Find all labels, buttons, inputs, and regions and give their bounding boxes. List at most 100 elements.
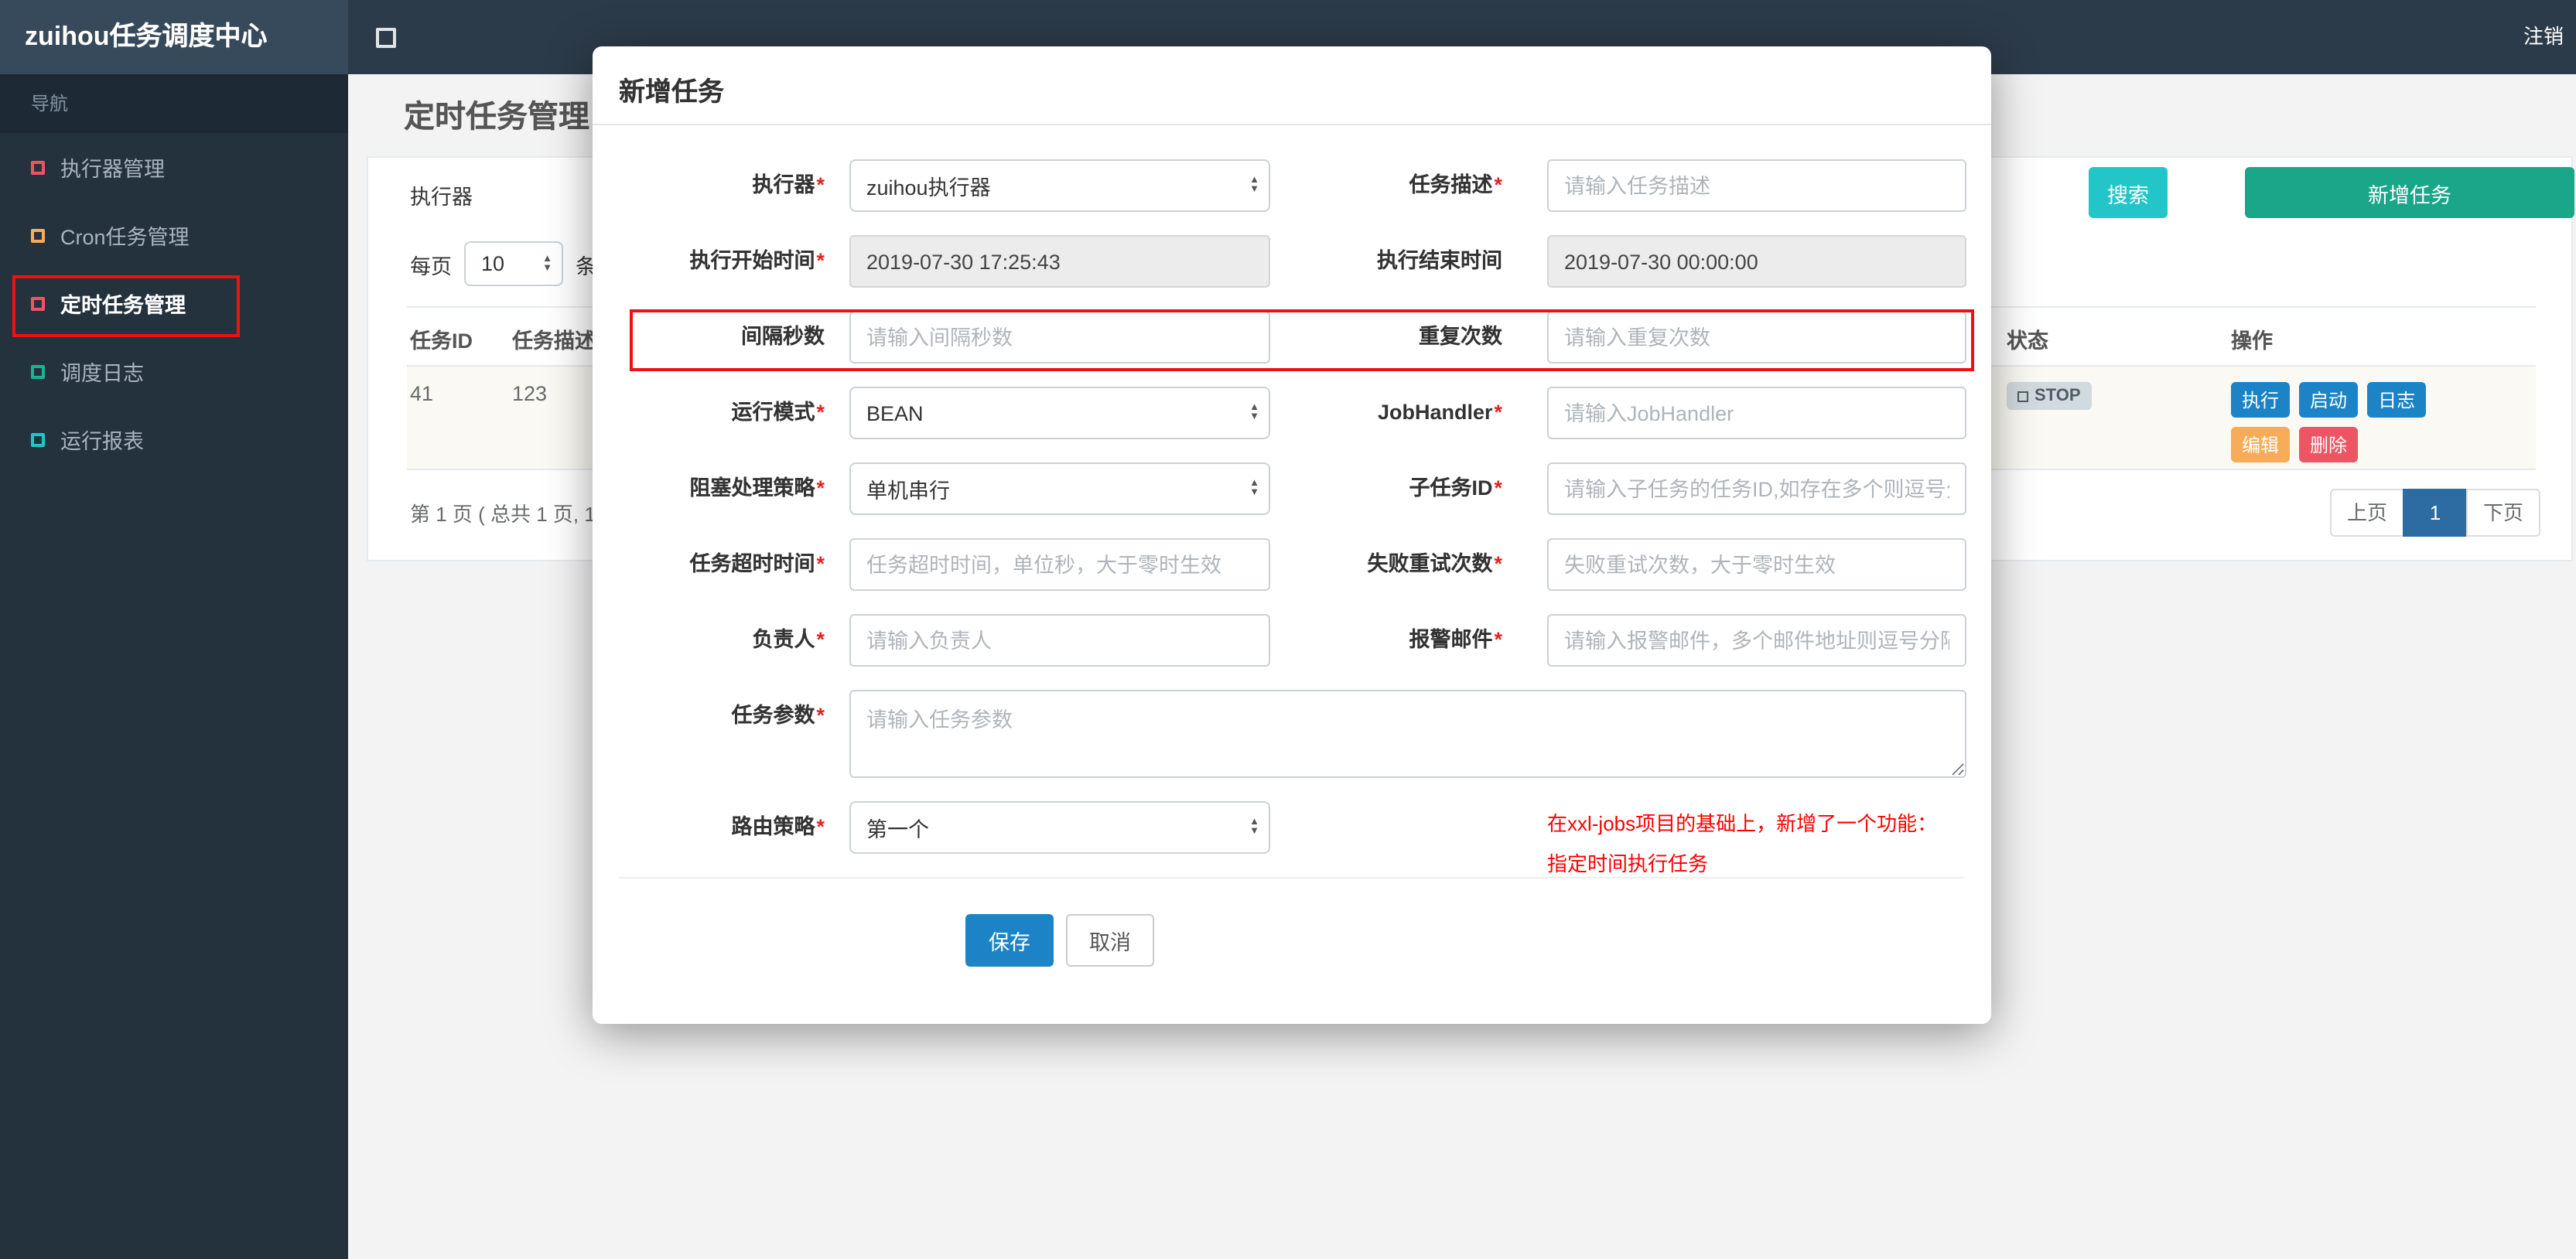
sidebar-item-executor-manage[interactable]: 执行器管理 — [0, 133, 348, 201]
sidebar-item-label: 运行报表 — [60, 430, 144, 453]
pagination: 上页 1 下页 — [2329, 489, 2540, 537]
child-job-label: 子任务ID * — [1409, 476, 1502, 500]
search-button[interactable]: 搜索 — [2089, 167, 2168, 218]
repeat-label: 重复次数 — [1419, 325, 1502, 348]
square-icon — [31, 228, 45, 242]
job-desc-input[interactable] — [1547, 159, 1966, 212]
add-job-modal: 新增任务 执行器 * zuihou执行器 ▲ ▼ 任务描述 * 请输入任务描述 … — [593, 46, 1991, 1024]
select-arrows-icon: ▲ ▼ — [1249, 478, 1259, 498]
interval-label: 间隔秒数 — [741, 325, 825, 348]
executor-filter-label: 执行器 — [410, 186, 473, 209]
author-input[interactable] — [849, 614, 1270, 667]
header-job-id: 任务ID — [410, 329, 473, 353]
stop-icon — [2017, 391, 2028, 401]
modal-header: 新增任务 — [593, 46, 1991, 125]
cancel-button[interactable]: 取消 — [1066, 914, 1154, 967]
form-row-block-child: 阻塞处理策略 * 单机串行 ▲ ▼ 子任务ID * — [593, 462, 1991, 515]
form-row-interval-repeat: 间隔秒数 重复次数 — [593, 311, 1991, 363]
executor-label: 执行器 * — [752, 173, 825, 196]
sidebar-nav-header: 导航 — [0, 74, 348, 133]
sidebar-item-label: Cron任务管理 — [60, 226, 190, 249]
edit-button[interactable]: 编辑 — [2231, 427, 2291, 462]
route-strategy-select[interactable]: 第一个 ▲ ▼ — [849, 801, 1270, 854]
start-button[interactable]: 启动 — [2299, 382, 2359, 418]
cell-job-desc: 123 — [512, 382, 548, 405]
select-arrows-icon: ▲ ▼ — [542, 253, 552, 273]
app-brand: zuihou任务调度中心 — [0, 0, 348, 74]
timeout-label: 任务超时时间 * — [689, 552, 825, 575]
cell-actions: 执行 启动 日志 编辑 删除 — [2231, 382, 2463, 462]
status-badge: STOP — [2007, 382, 2092, 410]
per-page-select[interactable]: 10 ▲ ▼ — [464, 241, 563, 286]
form-row-gluetype-handler: 运行模式 * BEAN ▲ ▼ JobHandler * — [593, 387, 1991, 439]
per-page-label: 每页 — [410, 254, 452, 278]
form-row-author-email: 负责人* 报警邮件* — [593, 614, 1991, 667]
square-icon — [31, 160, 45, 174]
cell-job-id: 41 — [410, 382, 434, 405]
form-row-route-strategy: 路由策略 * 第一个 ▲ ▼ 在xxl-jobs项目的基础上，新增了一个功能： 指定… — [593, 801, 1991, 875]
glue-type-select[interactable]: BEAN ▲ ▼ — [849, 387, 1270, 439]
sidebar-item-run-report[interactable]: 运行报表 — [0, 405, 348, 473]
log-button[interactable]: 日志 — [2367, 382, 2427, 418]
page-1-button[interactable]: 1 — [2402, 489, 2468, 537]
feature-note: 在xxl-jobs项目的基础上，新增了一个功能： 指定时间执行任务 — [1547, 812, 1938, 875]
form-row-timeout-retry: 任务超时时间* 失败重试次数* — [593, 538, 1991, 591]
save-button[interactable]: 保存 — [965, 914, 1054, 967]
screen: zuihou任务调度中心 注销 导航 执行器管理 Cron任务管理 定时任务管理… — [0, 0, 2576, 1259]
delete-button[interactable]: 删除 — [2299, 427, 2359, 462]
sidebar-item-dispatch-log[interactable]: 调度日志 — [0, 337, 348, 405]
form-row-job-param: 任务参数 * — [593, 690, 1991, 778]
job-handler-input[interactable] — [1547, 387, 1966, 439]
form-row-executor-desc: 执行器 * zuihou执行器 ▲ ▼ 任务描述 * — [593, 159, 1991, 212]
sidebar-toggle-icon[interactable] — [376, 28, 396, 48]
executor-select[interactable]: zuihou执行器 ▲ ▼ — [849, 159, 1270, 212]
alarm-email-input[interactable] — [1547, 614, 1966, 667]
next-page-button[interactable]: 下页 — [2465, 489, 2540, 537]
square-icon — [31, 364, 45, 378]
header-status: 状态 — [2007, 329, 2048, 353]
glue-type-label: 运行模式 * — [731, 401, 825, 424]
sidebar-menu: 执行器管理 Cron任务管理 定时任务管理 调度日志 运行报表 — [0, 133, 348, 473]
modal-title: 新增任务 — [619, 77, 724, 107]
sidebar-item-timed-job-manage[interactable]: 定时任务管理 — [0, 269, 348, 337]
repeat-input[interactable] — [1547, 311, 1966, 363]
fail-retry-label: 失败重试次数 * — [1367, 552, 1502, 575]
timeout-input[interactable] — [849, 538, 1270, 591]
interval-input[interactable] — [849, 311, 1270, 363]
sidebar-item-label: 定时任务管理 — [60, 294, 186, 317]
end-time-label: 执行结束时间 — [1377, 249, 1502, 272]
page-title: 定时任务管理 — [404, 101, 589, 135]
job-param-label: 任务参数 * — [731, 704, 825, 727]
author-label: 负责人 * — [752, 628, 825, 651]
select-arrows-icon: ▲ ▼ — [1249, 175, 1259, 195]
block-strategy-select[interactable]: 单机串行 ▲ ▼ — [849, 462, 1270, 515]
job-desc-label: 任务描述 * — [1409, 173, 1502, 196]
job-handler-label: JobHandler * — [1377, 401, 1502, 424]
cell-status: STOP — [2007, 382, 2092, 410]
sidebar-item-label: 执行器管理 — [60, 158, 165, 181]
logout-link[interactable]: 注销 — [2523, 0, 2564, 74]
modal-body: 执行器* zuihou执行器 ▲▼ 任务描述* 执行开始时间* — [593, 125, 1991, 967]
job-param-textarea[interactable] — [849, 690, 1966, 778]
form-row-datetime: 执行开始时间* 执行结束时间 — [593, 235, 1991, 288]
run-button[interactable]: 执行 — [2231, 382, 2291, 418]
end-time-input[interactable] — [1547, 235, 1966, 288]
fail-retry-input[interactable] — [1547, 538, 1966, 591]
header-actions: 操作 — [2231, 329, 2273, 353]
add-job-button[interactable]: 新增任务 — [2245, 167, 2574, 218]
block-strategy-label: 阻塞处理策略 * — [689, 476, 825, 500]
route-strategy-label: 路由策略 * — [731, 815, 825, 838]
prev-page-button[interactable]: 上页 — [2329, 489, 2404, 537]
select-arrows-icon: ▲ ▼ — [1249, 817, 1259, 837]
start-time-label: 执行开始时间 * — [689, 249, 825, 272]
sidebar-item-label: 调度日志 — [60, 362, 144, 385]
start-time-input[interactable] — [849, 235, 1270, 288]
select-arrows-icon: ▲ ▼ — [1249, 402, 1259, 422]
modal-footer: 保存 取消 — [849, 914, 1270, 967]
sidebar-item-cron-job-manage[interactable]: Cron任务管理 — [0, 201, 348, 269]
header-job-desc: 任务描述 — [512, 329, 596, 353]
square-icon — [31, 432, 45, 446]
child-job-input[interactable] — [1547, 462, 1966, 515]
alarm-email-label: 报警邮件 * — [1409, 628, 1502, 651]
sidebar: 导航 执行器管理 Cron任务管理 定时任务管理 调度日志 运行报表 — [0, 74, 348, 1259]
